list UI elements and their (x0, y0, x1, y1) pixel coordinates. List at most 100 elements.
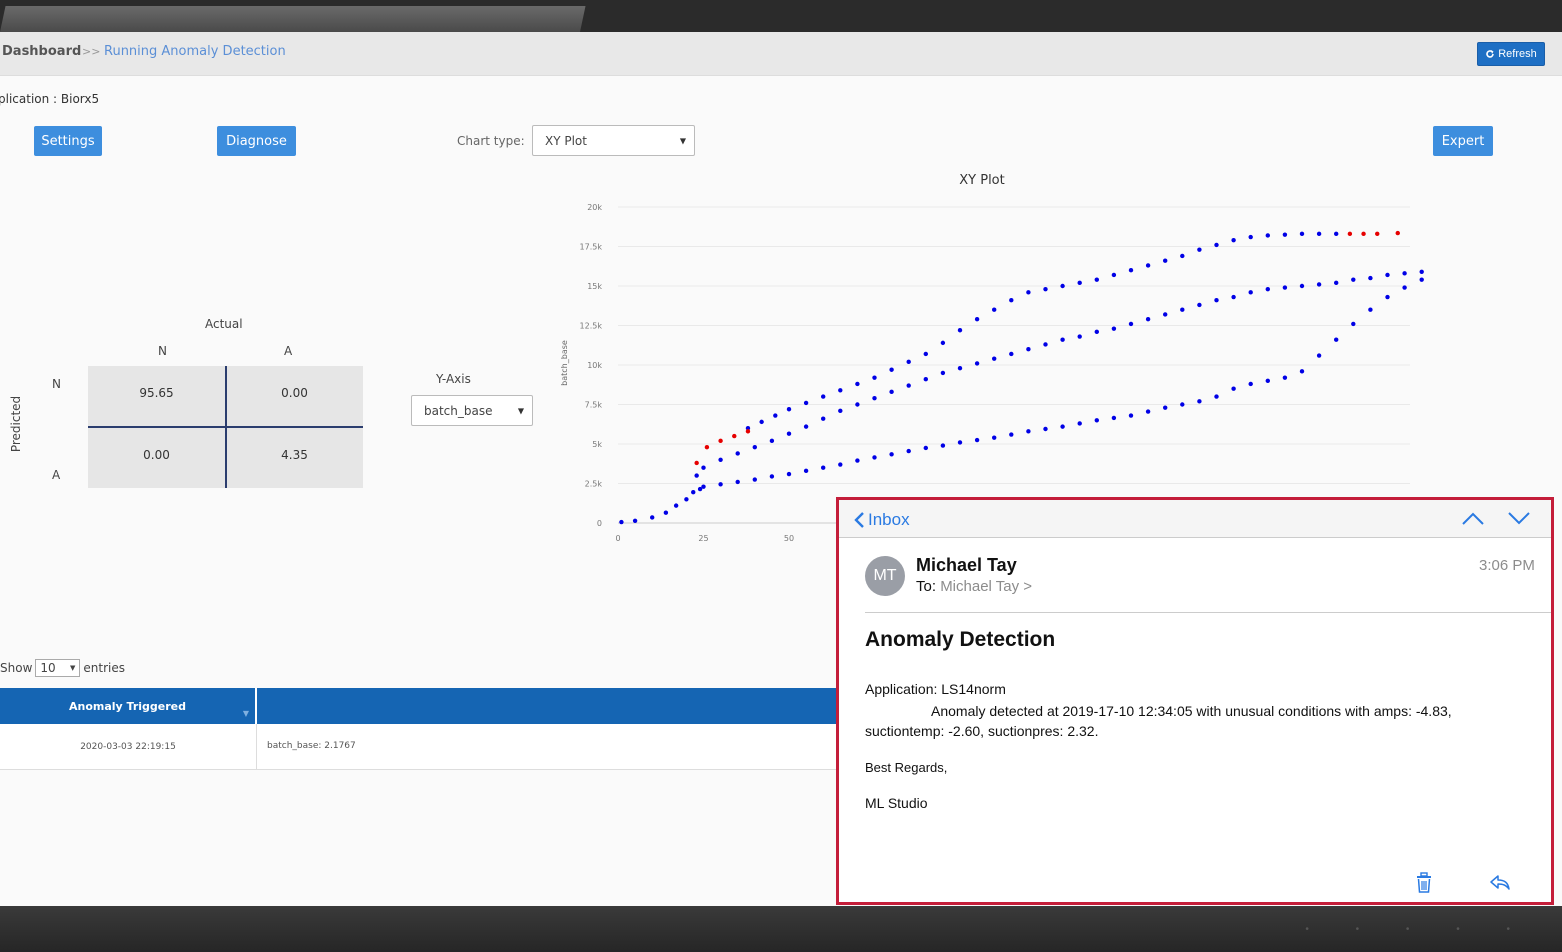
data-point (1265, 233, 1270, 238)
table-cell-detail: batch_base: 2.1767 (267, 741, 356, 751)
data-point (1282, 232, 1288, 237)
data-point (1351, 277, 1356, 282)
data-point (691, 489, 696, 495)
data-point (940, 370, 946, 376)
data-point (992, 356, 997, 361)
data-point (735, 479, 740, 485)
data-point (974, 316, 980, 322)
monitor-bottom-bezel: • • • • • (0, 906, 1562, 952)
trash-icon[interactable] (1415, 872, 1433, 894)
chevron-down-icon[interactable] (1507, 508, 1531, 528)
chevron-down-icon: ▼ (70, 664, 76, 672)
refresh-button[interactable]: Refresh (1477, 42, 1545, 66)
recipient-name[interactable]: Michael Tay > (940, 578, 1032, 595)
chart-gridlines (618, 206, 1410, 524)
data-point (923, 351, 928, 357)
data-point (1248, 290, 1253, 295)
chart-x-tick-label: 50 (784, 534, 794, 543)
anomaly-point (694, 460, 699, 466)
breadcrumb-current-page[interactable]: Running Anomaly Detection (104, 44, 286, 59)
data-point (718, 482, 723, 487)
data-point (1026, 347, 1031, 352)
email-regards: Best Regards, (865, 760, 948, 775)
chevron-left-icon (854, 512, 864, 528)
data-point (1316, 353, 1322, 358)
show-label: Show (0, 661, 33, 675)
monitor-top-bezel (0, 0, 1562, 32)
email-toolbar: Inbox (839, 500, 1551, 538)
data-point (1009, 432, 1014, 437)
recipient-line: To: Michael Tay > (916, 578, 1032, 595)
data-point (1197, 399, 1202, 404)
data-point (619, 519, 624, 525)
data-point (673, 503, 679, 508)
xy-plot-chart: XY Plot batch_base 0 2.5k 5k 7.5k 10k 12.5k 15… (560, 173, 1424, 543)
settings-button[interactable]: Settings (34, 126, 102, 156)
anomaly-point (745, 429, 751, 434)
chart-y-ticks: 0 2.5k 5k 7.5k 10k 12.5k 15k 17.5k 20k (580, 203, 603, 528)
avatar: MT (865, 556, 905, 596)
data-point (1419, 277, 1424, 282)
data-point (1316, 282, 1322, 287)
data-point (1180, 253, 1185, 259)
anomaly-point (1395, 230, 1400, 236)
chart-y-tick-label: 15k (587, 282, 602, 291)
data-point (1128, 268, 1134, 273)
y-axis-select[interactable]: batch_base ▼ (411, 395, 533, 426)
chart-type-select[interactable]: XY Plot ▼ (532, 125, 695, 156)
data-point (1248, 381, 1253, 387)
data-point (1111, 326, 1117, 331)
application-label: plication : Biorx5 (0, 92, 100, 106)
breadcrumb-dashboard-link[interactable]: Dashboard (2, 44, 81, 59)
data-point (1111, 415, 1117, 421)
column-header-anomaly-triggered[interactable]: Anomaly Triggered ▼ (0, 688, 257, 724)
bezel-indicator-dots: • • • • • (1305, 924, 1532, 935)
y-axis-label: Y-Axis (436, 372, 471, 386)
data-point (1043, 426, 1048, 432)
email-anomaly-detail: Anomaly detected at 2019-17-10 12:34:05 … (865, 703, 1452, 739)
data-point (1351, 321, 1356, 327)
data-point (957, 440, 963, 445)
page-size-select[interactable]: 10 ▼ (35, 659, 81, 677)
sort-icon: ▼ (242, 709, 249, 718)
email-application-line: Application: LS14norm (865, 681, 1006, 697)
data-point (1265, 378, 1270, 383)
data-point (872, 395, 877, 401)
data-point (838, 408, 843, 414)
chart-y-tick-label: 17.5k (580, 243, 603, 252)
data-point (1214, 298, 1219, 303)
data-point (1265, 286, 1270, 292)
data-point (1094, 277, 1099, 282)
data-point (1128, 413, 1134, 418)
inbox-back-button[interactable]: Inbox (853, 510, 910, 530)
chart-y-tick-label: 0 (597, 519, 602, 528)
page-size-control: Show 10 ▼ entries (0, 659, 125, 677)
data-point (1334, 337, 1339, 342)
data-point (803, 468, 809, 474)
email-timestamp: 3:06 PM (1479, 557, 1535, 574)
data-point (1145, 409, 1151, 414)
reply-icon[interactable] (1489, 872, 1511, 892)
data-point (701, 465, 706, 470)
data-point (701, 484, 706, 489)
data-point (821, 416, 826, 421)
data-point (1009, 351, 1014, 357)
data-point (1077, 280, 1082, 286)
data-point (684, 497, 689, 502)
confusion-cell-aa: 4.35 (281, 448, 308, 462)
data-point (889, 367, 894, 372)
anomaly-point (704, 444, 710, 450)
entries-label: entries (83, 661, 125, 675)
diagnose-button[interactable]: Diagnose (217, 126, 296, 156)
data-point (1231, 294, 1236, 300)
data-point (1299, 231, 1305, 237)
chevron-up-icon[interactable] (1461, 508, 1485, 528)
email-signature: ML Studio (865, 795, 928, 811)
confusion-cell-nn: 95.65 (139, 386, 174, 400)
data-point (1231, 237, 1236, 243)
table-row[interactable]: 2020-03-03 22:19:15 batch_base: 2.1767 (0, 724, 840, 770)
expert-button[interactable]: Expert (1433, 126, 1493, 156)
confusion-col-label-n: N (158, 344, 167, 358)
chart-y-tick-label: 12.5k (580, 322, 603, 331)
data-point (906, 383, 911, 388)
